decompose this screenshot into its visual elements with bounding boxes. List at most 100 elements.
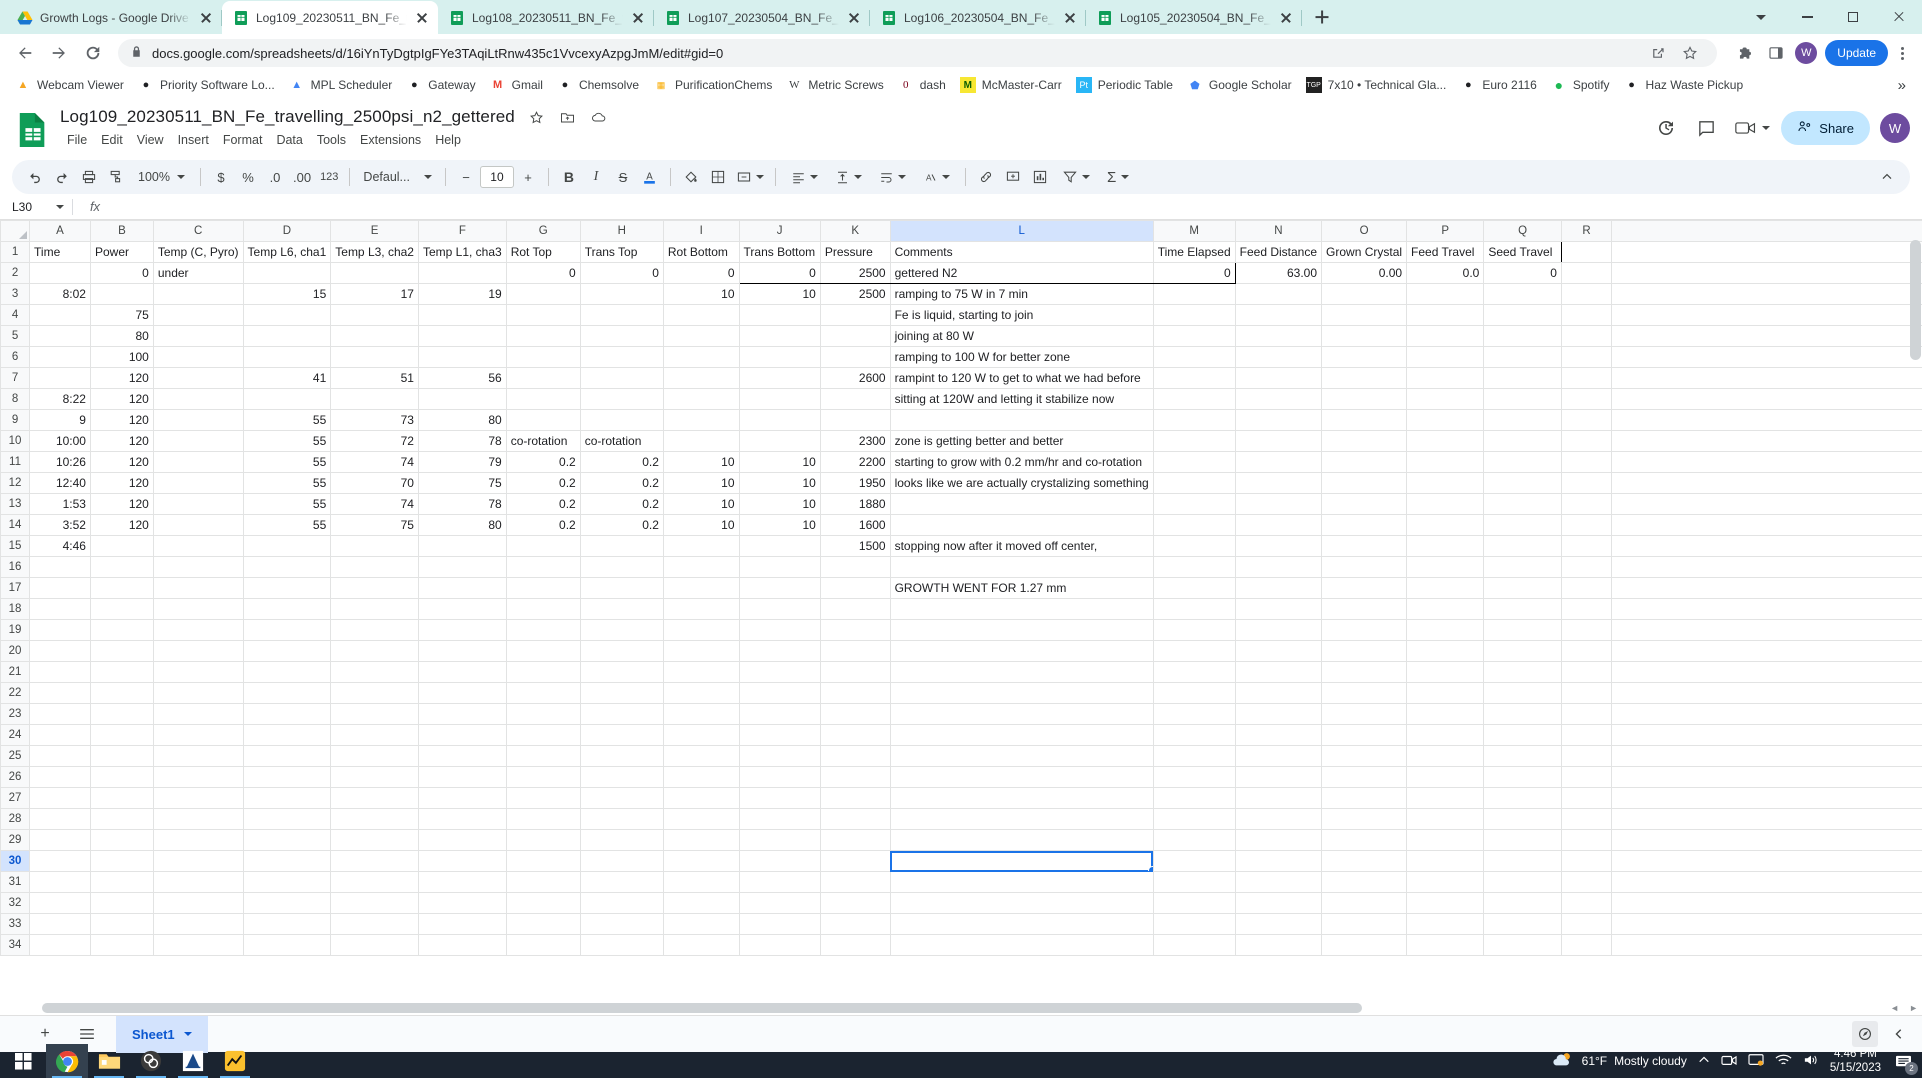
cell-A26[interactable]	[29, 766, 91, 788]
cell-H27[interactable]	[579, 787, 664, 809]
cell-I18[interactable]	[662, 598, 740, 620]
column-header-g[interactable]: G	[505, 220, 581, 242]
wifi-icon[interactable]	[1775, 1053, 1792, 1070]
cell-O29[interactable]	[1321, 829, 1408, 851]
cell-A11[interactable]: 10:26	[29, 451, 91, 473]
cell-Q5[interactable]	[1483, 325, 1562, 347]
cell-E14[interactable]: 75	[330, 514, 419, 536]
row-header-13[interactable]: 13	[0, 493, 31, 515]
cell-O10[interactable]	[1321, 430, 1408, 452]
cell-N11[interactable]	[1234, 451, 1323, 473]
cell-O32[interactable]	[1321, 892, 1408, 914]
cell-Q22[interactable]	[1483, 682, 1562, 704]
cell-F10[interactable]: 78	[417, 430, 507, 452]
cell-O9[interactable]	[1321, 409, 1408, 431]
cell-G11[interactable]: 0.2	[505, 451, 581, 473]
cell-G32[interactable]	[505, 892, 581, 914]
currency-format-button[interactable]: $	[208, 164, 234, 190]
cell-F31[interactable]	[417, 871, 507, 893]
cell-K20[interactable]	[819, 640, 891, 662]
cell-O17[interactable]	[1321, 577, 1408, 599]
bookmark-item[interactable]: M Gmail	[483, 75, 550, 95]
row-header-11[interactable]: 11	[0, 451, 31, 473]
cell-J7[interactable]	[738, 367, 821, 389]
forward-icon[interactable]	[44, 38, 74, 68]
cell-C16[interactable]	[152, 556, 244, 578]
cell-J13[interactable]: 10	[738, 493, 821, 515]
cell-H23[interactable]	[579, 703, 664, 725]
row-header-4[interactable]: 4	[0, 304, 31, 326]
column-header-r[interactable]: R	[1560, 220, 1613, 242]
cell-H17[interactable]	[579, 577, 664, 599]
cell-B30[interactable]	[89, 850, 154, 872]
cell-N34[interactable]	[1234, 934, 1323, 956]
cell-I31[interactable]	[662, 871, 740, 893]
cell-P10[interactable]	[1406, 430, 1485, 452]
cell-O3[interactable]	[1321, 283, 1408, 305]
cell-N24[interactable]	[1234, 724, 1323, 746]
cell-B34[interactable]	[89, 934, 154, 956]
cell-N28[interactable]	[1234, 808, 1323, 830]
cell-A15[interactable]: 4:46	[29, 535, 91, 557]
cell-P26[interactable]	[1406, 766, 1485, 788]
cell-Q4[interactable]	[1483, 304, 1562, 326]
cell-F30[interactable]	[417, 850, 507, 872]
cell-B32[interactable]	[89, 892, 154, 914]
cell-D13[interactable]: 55	[242, 493, 332, 515]
cell-I17[interactable]	[662, 577, 740, 599]
cell-A29[interactable]	[29, 829, 91, 851]
column-header-n[interactable]: N	[1234, 220, 1323, 242]
cell-C18[interactable]	[152, 598, 244, 620]
cell-F32[interactable]	[417, 892, 507, 914]
row-header-33[interactable]: 33	[0, 913, 31, 935]
cell-L5[interactable]: joining at 80 W	[889, 325, 1154, 347]
cell-E33[interactable]	[330, 913, 419, 935]
cell-C25[interactable]	[152, 745, 244, 767]
bold-button[interactable]: B	[556, 164, 582, 190]
cell-J29[interactable]	[738, 829, 821, 851]
cell-I10[interactable]	[662, 430, 740, 452]
browser-tab-5[interactable]: Log105_20230504_BN_Fe_travelli	[1086, 1, 1302, 34]
document-title[interactable]: Log109_20230511_BN_Fe_travelling_2500psi…	[60, 107, 515, 127]
merge-cells-icon[interactable]	[732, 164, 768, 190]
cell-E18[interactable]	[330, 598, 419, 620]
cell-G21[interactable]	[505, 661, 581, 683]
cell-C27[interactable]	[152, 787, 244, 809]
cell-M11[interactable]	[1152, 451, 1236, 473]
cell-K23[interactable]	[819, 703, 891, 725]
cell-D2[interactable]	[242, 262, 332, 284]
cell-C26[interactable]	[152, 766, 244, 788]
bookmark-item[interactable]: ● Spotify	[1544, 75, 1617, 95]
cell-C21[interactable]	[152, 661, 244, 683]
bookmark-item[interactable]: ● Chemsolve	[550, 75, 646, 95]
cell-F1[interactable]: Temp L1, cha3	[417, 241, 507, 263]
cell-K6[interactable]	[819, 346, 891, 368]
zoom-selector[interactable]: 100%	[130, 164, 193, 190]
cell-L1[interactable]: Comments	[889, 241, 1154, 263]
cell-F9[interactable]: 80	[417, 409, 507, 431]
taskbar-chrome-icon[interactable]	[46, 1044, 88, 1078]
cell-K5[interactable]	[819, 325, 891, 347]
cell-Q9[interactable]	[1483, 409, 1562, 431]
cell-Q29[interactable]	[1483, 829, 1562, 851]
cell-O19[interactable]	[1321, 619, 1408, 641]
cell-C4[interactable]	[152, 304, 244, 326]
cell-I32[interactable]	[662, 892, 740, 914]
cell-B23[interactable]	[89, 703, 154, 725]
horizontal-scrollbar-track[interactable]	[36, 1001, 1888, 1015]
cell-L32[interactable]	[889, 892, 1154, 914]
cell-J5[interactable]	[738, 325, 821, 347]
cell-G27[interactable]	[505, 787, 581, 809]
cell-H34[interactable]	[579, 934, 664, 956]
cell-Q7[interactable]	[1483, 367, 1562, 389]
menu-insert[interactable]: Insert	[171, 130, 216, 150]
column-header-o[interactable]: O	[1321, 220, 1408, 242]
cell-N23[interactable]	[1234, 703, 1323, 725]
cell-L9[interactable]	[889, 409, 1154, 431]
horizontal-scrollbar-thumb[interactable]	[42, 1003, 1362, 1013]
cell-R13[interactable]	[1560, 493, 1613, 515]
cell-F33[interactable]	[417, 913, 507, 935]
cell-G30[interactable]	[505, 850, 581, 872]
cell-N30[interactable]	[1234, 850, 1323, 872]
cell-F21[interactable]	[417, 661, 507, 683]
